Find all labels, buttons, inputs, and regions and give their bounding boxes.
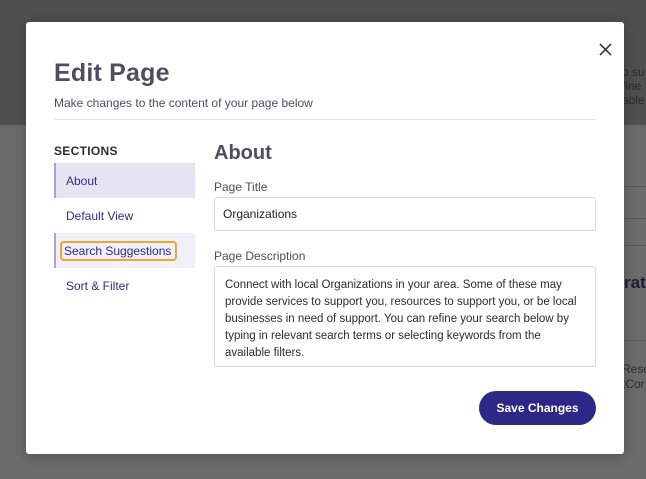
section-item-search-suggestions[interactable]: Search Suggestions [54, 233, 195, 268]
focus-ring: Search Suggestions [60, 240, 178, 261]
section-item-label: Default View [66, 208, 134, 223]
page-title-label: Page Title [214, 180, 268, 194]
background-divider [624, 186, 646, 187]
page-title-value: Organizations [223, 207, 298, 221]
background-divider [624, 218, 646, 219]
section-item-label: Sort & Filter [66, 278, 130, 293]
page-description-textarea[interactable]: Connect with local Organizations in your… [214, 266, 596, 367]
header-divider [54, 119, 596, 120]
modal-title: Edit Page [54, 59, 170, 87]
page-description-label: Page Description [214, 249, 306, 263]
page-description-value: Connect with local Organizations in your… [225, 279, 577, 359]
sections-heading: SECTIONS [54, 144, 118, 158]
background-text: Reso [622, 362, 646, 376]
page-title-input[interactable]: Organizations [214, 197, 596, 231]
save-changes-button[interactable]: Save Changes [479, 391, 596, 425]
background-heading: ratio [624, 273, 646, 292]
edit-page-modal: Edit Page Make changes to the content of… [26, 22, 624, 454]
section-item-sort-filter[interactable]: Sort & Filter [54, 268, 195, 303]
section-item-about[interactable]: About [54, 163, 195, 198]
section-item-label: Search Suggestions [64, 243, 172, 258]
sections-nav: About Default View Search Suggestions So… [54, 163, 195, 303]
background-text: o su [622, 65, 645, 79]
background-text: fine [622, 79, 642, 93]
modal-subtitle: Make changes to the content of your page… [54, 96, 313, 110]
section-title: About [214, 142, 272, 164]
background-text: tCor [622, 377, 645, 391]
close-button[interactable] [594, 38, 616, 60]
background-text: able [622, 93, 645, 107]
background-divider [624, 245, 646, 246]
section-item-label: About [66, 173, 98, 188]
section-item-default-view[interactable]: Default View [54, 198, 195, 233]
close-icon [598, 42, 612, 56]
background-divider [624, 340, 646, 341]
